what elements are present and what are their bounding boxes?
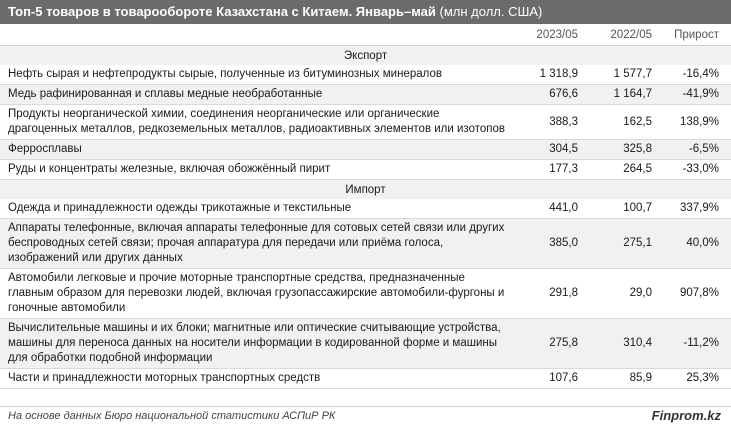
growth-value: 337,9% — [664, 199, 731, 219]
product-name: Аппараты телефонные, включая аппараты те… — [0, 218, 514, 269]
value-2023: 107,6 — [514, 368, 590, 389]
col-header-growth: Прирост — [664, 24, 731, 46]
growth-value: -41,9% — [664, 84, 731, 105]
value-2023: 177,3 — [514, 159, 590, 180]
section-label: Импорт — [0, 179, 731, 199]
title-unit: (млн долл. США) — [439, 4, 543, 19]
table-row: Вычислительные машины и их блоки; магнит… — [0, 318, 731, 369]
growth-value: 40,0% — [664, 218, 731, 269]
source-note: На основе данных Бюро национальной стати… — [8, 410, 336, 422]
value-2022: 85,9 — [590, 368, 664, 389]
growth-value: 25,3% — [664, 368, 731, 389]
table-row: Одежда и принадлежности одежды трикотажн… — [0, 199, 731, 219]
product-name: Автомобили легковые и прочие моторные тр… — [0, 268, 514, 319]
section-label: Экспорт — [0, 45, 731, 65]
value-2022: 29,0 — [590, 268, 664, 319]
value-2022: 162,5 — [590, 104, 664, 140]
value-2022: 310,4 — [590, 318, 664, 369]
table-row: Продукты неорганической химии, соединени… — [0, 104, 731, 140]
value-2022: 1 577,7 — [590, 65, 664, 85]
value-2023: 388,3 — [514, 104, 590, 140]
value-2022: 264,5 — [590, 159, 664, 180]
table-row: Аппараты телефонные, включая аппараты те… — [0, 218, 731, 269]
value-2022: 1 164,7 — [590, 84, 664, 105]
product-name: Части и принадлежности моторных транспор… — [0, 368, 514, 389]
growth-value: -11,2% — [664, 318, 731, 369]
trade-table: 2023/05 2022/05 Прирост Экспорт Нефть сы… — [0, 24, 731, 389]
table-row: Автомобили легковые и прочие моторные тр… — [0, 268, 731, 319]
table-row: Нефть сырая и нефтепродукты сырые, получ… — [0, 65, 731, 85]
value-2023: 291,8 — [514, 268, 590, 319]
value-2023: 441,0 — [514, 199, 590, 219]
product-name: Вычислительные машины и их блоки; магнит… — [0, 318, 514, 369]
value-2023: 304,5 — [514, 139, 590, 160]
value-2023: 1 318,9 — [514, 65, 590, 85]
section-import: Импорт — [0, 179, 731, 199]
value-2023: 275,8 — [514, 318, 590, 369]
footer: На основе данных Бюро национальной стати… — [0, 406, 731, 428]
growth-value: -16,4% — [664, 65, 731, 85]
product-name: Ферросплавы — [0, 139, 514, 160]
value-2023: 385,0 — [514, 218, 590, 269]
product-name: Руды и концентраты железные, включая обо… — [0, 159, 514, 180]
growth-value: 138,9% — [664, 104, 731, 140]
table-row: Медь рафинированная и сплавы медные необ… — [0, 84, 731, 105]
growth-value: 907,8% — [664, 268, 731, 319]
value-2022: 100,7 — [590, 199, 664, 219]
product-name: Продукты неорганической химии, соединени… — [0, 104, 514, 140]
product-name: Одежда и принадлежности одежды трикотажн… — [0, 199, 514, 219]
header-row: 2023/05 2022/05 Прирост — [0, 24, 731, 46]
product-name: Медь рафинированная и сплавы медные необ… — [0, 84, 514, 105]
value-2023: 676,6 — [514, 84, 590, 105]
table-row: Части и принадлежности моторных транспор… — [0, 368, 731, 389]
table-title: Топ-5 товаров в товарообороте Казахстана… — [0, 0, 731, 24]
growth-value: -33,0% — [664, 159, 731, 180]
col-header-2022: 2022/05 — [590, 24, 664, 46]
value-2022: 275,1 — [590, 218, 664, 269]
title-main: Топ-5 товаров в товарообороте Казахстана… — [8, 4, 436, 19]
brand-logo: Finprom.kz — [651, 408, 721, 423]
product-name: Нефть сырая и нефтепродукты сырые, получ… — [0, 65, 514, 85]
table-row: Руды и концентраты железные, включая обо… — [0, 159, 731, 180]
value-2022: 325,8 — [590, 139, 664, 160]
col-header-name — [0, 24, 514, 46]
section-export: Экспорт — [0, 45, 731, 65]
growth-value: -6,5% — [664, 139, 731, 160]
col-header-2023: 2023/05 — [514, 24, 590, 46]
table-row: Ферросплавы 304,5 325,8 -6,5% — [0, 139, 731, 160]
